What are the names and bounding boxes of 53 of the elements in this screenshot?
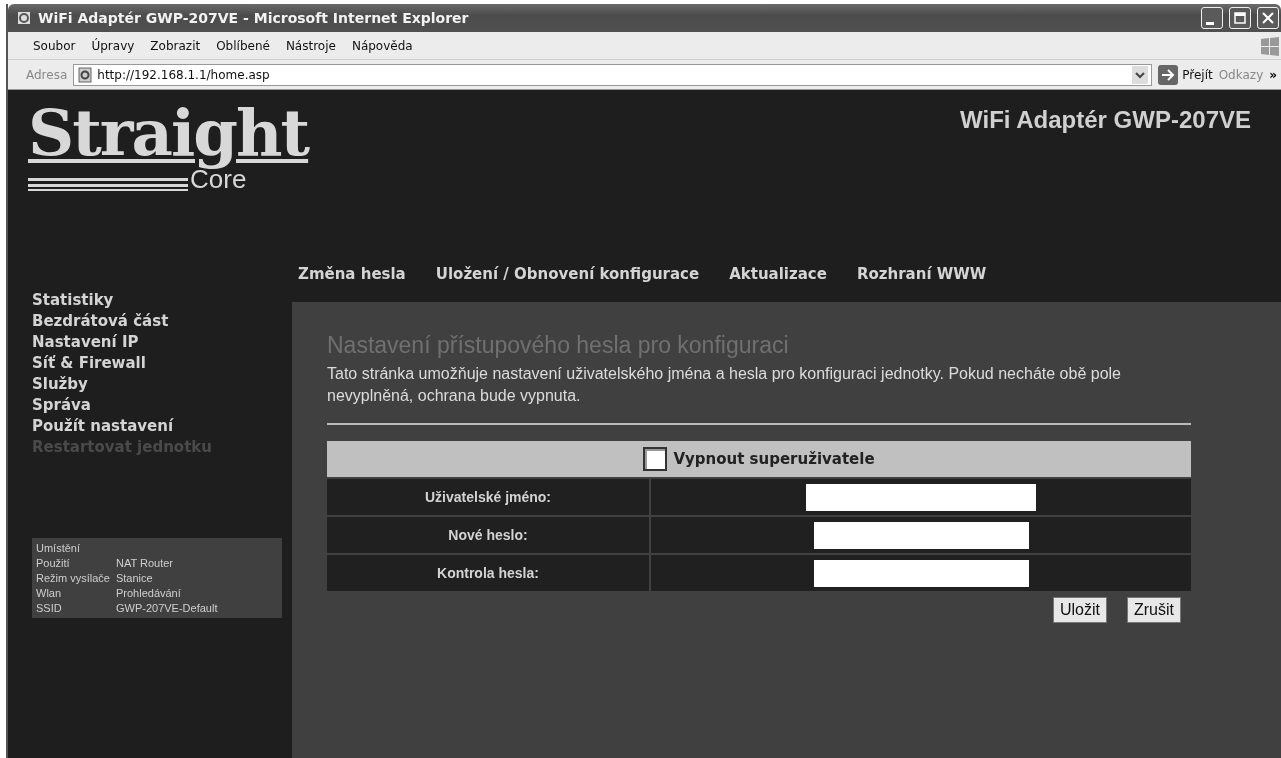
menu-item[interactable]: Nápověda	[344, 36, 420, 55]
close-icon	[1262, 12, 1274, 24]
menu-item[interactable]: Oblíbené	[209, 36, 277, 55]
sidebar-link[interactable]: Síť & Firewall	[32, 353, 146, 374]
status-value: NAT Router	[115, 557, 175, 569]
minimize-icon	[1206, 21, 1214, 25]
form-button[interactable]: Zrušit	[1127, 597, 1181, 623]
field-label: Uživatelské jméno:	[327, 479, 649, 515]
device-title: WiFi Adaptér GWP-207VE	[960, 106, 1251, 135]
sidebar-link[interactable]: Statistiky	[32, 290, 114, 311]
more-chevron[interactable]: »	[1269, 67, 1277, 82]
maximize-button[interactable]	[1229, 7, 1251, 29]
status-value: GWP-207VE-Default	[115, 602, 219, 614]
status-label: Režim vysílače	[36, 572, 110, 584]
maximize-icon	[1234, 12, 1246, 24]
menu-item[interactable]: Nástroje	[278, 36, 343, 55]
menu-item[interactable]: Soubor	[26, 36, 83, 55]
address-field[interactable]: http://192.168.1.1/home.asp	[73, 63, 1153, 86]
status-value: Stanice	[115, 572, 154, 584]
sidebar-link[interactable]: Bezdrátová část	[32, 311, 169, 332]
nav-link[interactable]: Aktualizace	[729, 264, 827, 283]
status-value: Prohledávání	[115, 587, 182, 599]
field-label: Kontrola hesla:	[327, 555, 649, 591]
minimize-button[interactable]	[1201, 7, 1223, 29]
form-button[interactable]: Uložit	[1053, 597, 1107, 623]
checkbox[interactable]	[643, 447, 668, 471]
page-icon	[77, 66, 94, 83]
menu-item[interactable]: Zobrazit	[143, 36, 208, 55]
sidebar-link[interactable]: Nastavení IP	[32, 332, 139, 353]
nav-link[interactable]: Uložení / Obnovení konfigurace	[435, 264, 700, 283]
nav-link[interactable]: Změna hesla	[298, 264, 406, 283]
input-field[interactable]	[813, 521, 1029, 549]
input-field[interactable]	[806, 483, 1036, 511]
checkbox-label: Vypnout superuživatele	[673, 450, 875, 468]
description-text: Tato stránka umožňuje nastavení uživatelského jména a hesla pro konfiguraci jednotky. Pokud necháte obě pole nevyplněná, ochrana bude vypnuta.	[327, 364, 1122, 406]
input-field[interactable]	[813, 559, 1029, 587]
browser-icon	[16, 10, 32, 26]
sidebar-link[interactable]: Správa	[32, 395, 91, 416]
sidebar-link[interactable]: Služby	[32, 374, 88, 395]
close-button[interactable]	[1257, 7, 1279, 29]
nav-link[interactable]: Rozhraní WWW	[856, 264, 987, 283]
status-label: Wlan	[36, 587, 63, 599]
go-button[interactable]: Přejít	[1158, 64, 1213, 85]
status-label: SSID	[36, 602, 63, 614]
window-title: WiFi Adaptér GWP-207VE - Microsoft Internet Explorer	[38, 10, 470, 26]
field-label: Nové heslo:	[327, 517, 649, 553]
dropdown-icon[interactable]	[1132, 65, 1149, 84]
status-label: Umístění	[36, 542, 81, 554]
status-label: Použití	[36, 557, 71, 569]
menu-item[interactable]: Úpravy	[84, 36, 142, 55]
windows-logo-icon	[1259, 34, 1281, 57]
address-label: Adresa	[26, 67, 68, 82]
sidebar-link[interactable]: Použít nastavení	[32, 416, 174, 437]
